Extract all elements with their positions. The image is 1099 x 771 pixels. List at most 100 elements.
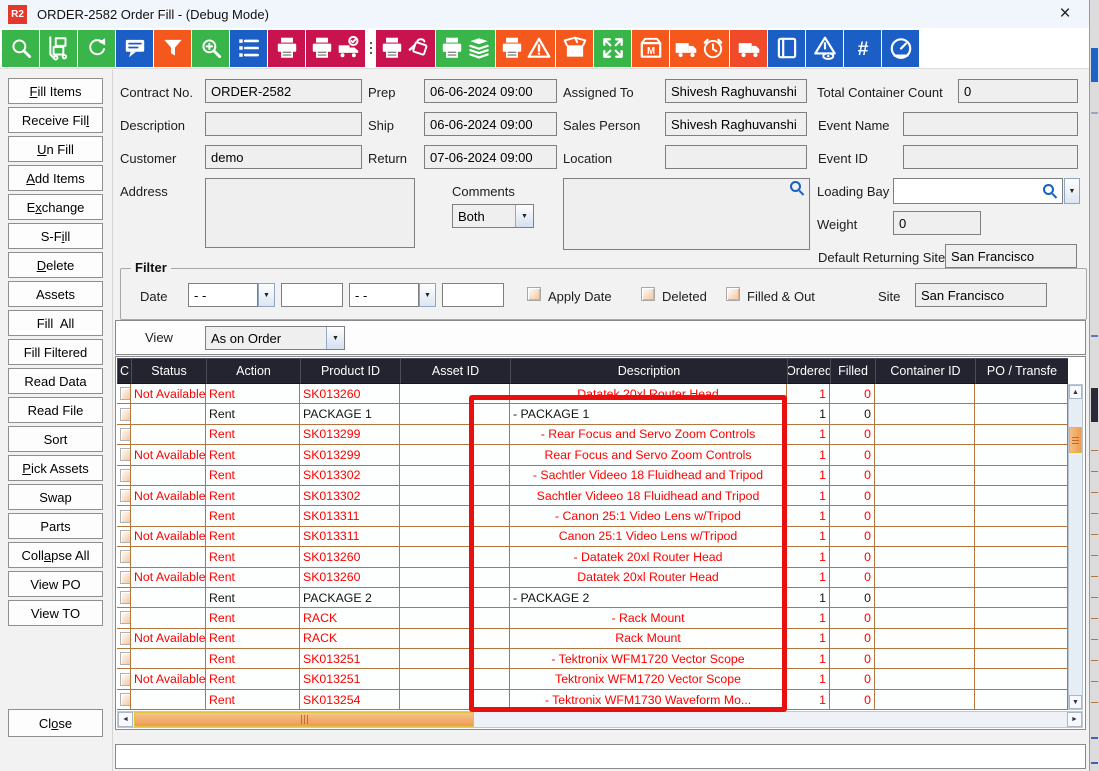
print-pour-button[interactable] xyxy=(376,30,435,67)
table-row[interactable]: Not AvailableRentSK013311Canon 25:1 Vide… xyxy=(117,527,1068,547)
sidebar-button-s-fill[interactable]: S-Fill xyxy=(8,223,103,249)
address-textarea[interactable] xyxy=(205,178,415,248)
row-select-checkbox[interactable] xyxy=(120,550,131,563)
row-select-checkbox[interactable] xyxy=(120,632,131,645)
loading-bay-dropdown-button[interactable]: ▼ xyxy=(1064,178,1080,204)
truck-clock-button[interactable] xyxy=(670,30,729,67)
table-row[interactable]: Not AvailableRentSK013299Rear Focus and … xyxy=(117,445,1068,465)
sidebar-button-add-items[interactable]: Add Items xyxy=(8,165,103,191)
vertical-scrollbar[interactable]: ▲ ▼ xyxy=(1068,384,1083,710)
sales-person-input[interactable]: Shivesh Raghuvanshi xyxy=(665,112,807,136)
row-select-checkbox[interactable] xyxy=(120,673,131,686)
sidebar-button-view-po[interactable]: View PO xyxy=(8,571,103,597)
print-alert-button[interactable] xyxy=(496,30,555,67)
zoom-in-button[interactable] xyxy=(192,30,229,67)
print-delivery-button[interactable] xyxy=(306,30,365,67)
book-button[interactable] xyxy=(768,30,805,67)
row-select-checkbox[interactable] xyxy=(120,530,131,543)
box-m-button[interactable]: M xyxy=(632,30,669,67)
search-icon[interactable] xyxy=(790,181,804,195)
sidebar-button-un-fill[interactable]: Un Fill xyxy=(8,136,103,162)
event-name-input[interactable] xyxy=(903,112,1078,136)
expand-button[interactable] xyxy=(594,30,631,67)
sidebar-button-pick-assets[interactable]: Pick Assets xyxy=(8,455,103,481)
filter-to-year-input[interactable] xyxy=(442,283,504,307)
sidebar-button-assets[interactable]: Assets xyxy=(8,281,103,307)
sidebar-button-delete[interactable]: Delete xyxy=(8,252,103,278)
scroll-down-button[interactable]: ▼ xyxy=(1069,695,1082,709)
truck-button[interactable] xyxy=(730,30,767,67)
contract-no-input[interactable]: ORDER-2582 xyxy=(205,79,362,103)
vertical-scroll-thumb[interactable] xyxy=(1069,427,1082,453)
search-icon[interactable] xyxy=(1043,184,1057,198)
sidebar-button-close[interactable]: Close xyxy=(8,709,103,737)
filter-from-year-input[interactable] xyxy=(281,283,343,307)
view-select[interactable]: As on Order ▼ xyxy=(205,326,345,350)
table-row[interactable]: RentSK013260- Datatek 20xl Router Head10 xyxy=(117,547,1068,567)
column-header-asset-id[interactable]: Asset ID xyxy=(400,358,510,384)
sidebar-button-parts[interactable]: Parts xyxy=(8,513,103,539)
location-input[interactable] xyxy=(665,145,807,169)
list-button[interactable] xyxy=(230,30,267,67)
filter-button[interactable] xyxy=(154,30,191,67)
hash-button[interactable]: # xyxy=(844,30,881,67)
scroll-right-button[interactable]: ► xyxy=(1067,712,1082,727)
column-header-status[interactable]: Status xyxy=(131,358,206,384)
row-select-checkbox[interactable] xyxy=(120,571,131,584)
filter-from-month-dropdown-button[interactable]: ▼ xyxy=(258,283,275,307)
column-header-action[interactable]: Action xyxy=(206,358,300,384)
sidebar-button-exchange[interactable]: Exchange xyxy=(8,194,103,220)
column-header-filled[interactable]: Filled xyxy=(830,358,875,384)
sidebar-button-fill-all[interactable]: Fill All xyxy=(8,310,103,336)
row-select-checkbox[interactable] xyxy=(120,387,131,400)
sidebar-button-view-to[interactable]: View TO xyxy=(8,600,103,626)
comments-box[interactable] xyxy=(563,178,810,250)
print-copies-button[interactable] xyxy=(436,30,495,67)
row-select-checkbox[interactable] xyxy=(120,408,131,421)
sidebar-button-receive-fill[interactable]: Receive Fill xyxy=(8,107,103,133)
chevron-down-icon[interactable]: ▼ xyxy=(326,327,344,349)
dolly-button[interactable] xyxy=(40,30,77,67)
deleted-checkbox[interactable] xyxy=(641,287,655,301)
table-row[interactable]: RentRACK- Rack Mount10 xyxy=(117,608,1068,628)
row-select-checkbox[interactable] xyxy=(120,652,131,665)
row-select-checkbox[interactable] xyxy=(120,591,131,604)
sidebar-button-read-data[interactable]: Read Data xyxy=(8,368,103,394)
row-select-checkbox[interactable] xyxy=(120,611,131,624)
scroll-up-button[interactable]: ▲ xyxy=(1069,385,1082,399)
gauge-button[interactable] xyxy=(882,30,919,67)
open-box-button[interactable] xyxy=(556,30,593,67)
table-row[interactable]: RentSK013299- Rear Focus and Servo Zoom … xyxy=(117,425,1068,445)
print-button[interactable] xyxy=(268,30,305,67)
filter-from-month-select[interactable]: - - xyxy=(188,283,258,307)
total-container-count-input[interactable]: 0 xyxy=(958,79,1078,103)
toolbar-separator[interactable] xyxy=(366,30,375,67)
close-window-button[interactable]: × xyxy=(1053,3,1077,25)
column-header-container-id[interactable]: Container ID xyxy=(875,358,975,384)
table-row[interactable]: Not AvailableRentRACKRack Mount10 xyxy=(117,629,1068,649)
sidebar-button-fill-filtered[interactable]: Fill Filtered xyxy=(8,339,103,365)
table-row[interactable]: Not AvailableRentSK013302Sachtler Videeo… xyxy=(117,486,1068,506)
assigned-to-input[interactable]: Shivesh Raghuvanshi xyxy=(665,79,807,103)
apply-date-checkbox[interactable] xyxy=(527,287,541,301)
column-header-description[interactable]: Description xyxy=(510,358,787,384)
alert-eye-button[interactable] xyxy=(806,30,843,67)
scroll-left-button[interactable]: ◄ xyxy=(118,712,133,727)
event-id-input[interactable] xyxy=(903,145,1078,169)
row-select-checkbox[interactable] xyxy=(120,428,131,441)
filter-to-month-dropdown-button[interactable]: ▼ xyxy=(419,283,436,307)
filter-to-month-select[interactable]: - - xyxy=(349,283,419,307)
table-row[interactable]: RentSK013311- Canon 25:1 Video Lens w/Tr… xyxy=(117,506,1068,526)
filled-out-checkbox[interactable] xyxy=(726,287,740,301)
table-row[interactable]: RentPACKAGE 2- PACKAGE 210 xyxy=(117,588,1068,608)
row-select-checkbox[interactable] xyxy=(120,469,131,482)
table-row[interactable]: RentSK013302- Sachtler Videeo 18 Fluidhe… xyxy=(117,466,1068,486)
sidebar-button-swap[interactable]: Swap xyxy=(8,484,103,510)
table-row[interactable]: Not AvailableRentSK013251Tektronix WFM17… xyxy=(117,669,1068,689)
sidebar-button-read-file[interactable]: Read File xyxy=(8,397,103,423)
table-row[interactable]: Not AvailableRentSK013260Datatek 20xl Ro… xyxy=(117,568,1068,588)
description-input[interactable] xyxy=(205,112,362,136)
chevron-down-icon[interactable]: ▼ xyxy=(515,205,533,227)
row-select-checkbox[interactable] xyxy=(120,510,131,523)
column-header-ordered[interactable]: Ordered xyxy=(787,358,830,384)
